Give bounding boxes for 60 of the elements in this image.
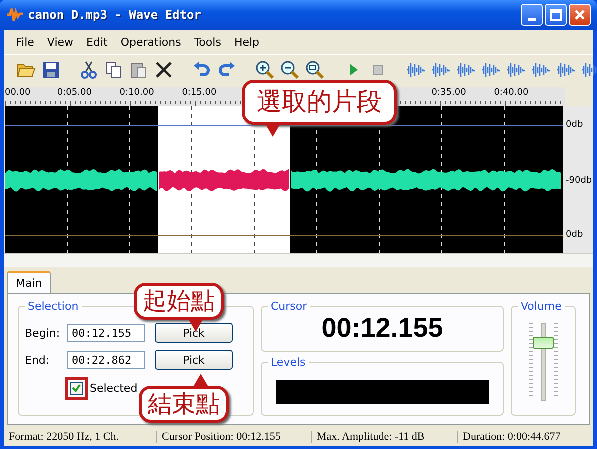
db-label: 0db xyxy=(566,120,584,130)
time-label: 0:35.00 xyxy=(432,88,466,98)
field-label: End: xyxy=(25,354,51,366)
time-label: 0:15.00 xyxy=(182,88,217,98)
menu-item[interactable]: Help xyxy=(234,36,260,48)
group-title: Volume xyxy=(520,300,563,313)
group-title: Cursor xyxy=(270,300,308,313)
status-text: Duration: 0:00:44.677 xyxy=(462,431,562,443)
menu-item[interactable]: View xyxy=(47,36,74,48)
tab[interactable]: Main xyxy=(7,271,52,293)
window-title: canon D.mp3 - Wave Edtor xyxy=(28,8,202,22)
status-text: Format: 22050 Hz, 1 Ch. xyxy=(4,431,157,443)
minimize-icon xyxy=(528,18,536,20)
time-label: 0:40.00 xyxy=(494,88,529,98)
waveform-icon[interactable] xyxy=(581,60,597,80)
time-label: 00.00 xyxy=(5,88,31,98)
waveform-icon[interactable] xyxy=(431,60,451,80)
checkbox[interactable] xyxy=(70,382,83,395)
status-text: Cursor Position: 00:12.155 xyxy=(157,431,312,443)
callout-bubble: 選取的片段 xyxy=(242,80,397,136)
pick-button[interactable]: Pick xyxy=(155,350,233,370)
horizontal-scrollbar[interactable] xyxy=(4,253,593,267)
maximize-button[interactable] xyxy=(545,4,567,26)
close-icon xyxy=(574,9,586,21)
waveform-icon[interactable] xyxy=(406,60,426,80)
status-text: Max. Amplitude: -11 dB xyxy=(312,431,458,443)
waveform-icon[interactable] xyxy=(506,60,526,80)
delete-icon[interactable] xyxy=(154,60,174,80)
menu-item[interactable]: Tools xyxy=(194,36,222,48)
volume-slider[interactable] xyxy=(529,323,558,399)
minimize-button[interactable] xyxy=(521,4,543,26)
zoom-out-icon[interactable] xyxy=(280,60,300,80)
callout-bubble: 結束點 xyxy=(139,374,229,424)
cursor-time: 00:12.155 xyxy=(322,313,444,343)
menu-item[interactable]: Edit xyxy=(86,36,108,48)
group-title: Levels xyxy=(270,356,307,369)
time-label: 0:10.00 xyxy=(120,88,154,98)
zoom-in-icon[interactable] xyxy=(255,60,275,80)
waveform-icon[interactable] xyxy=(531,60,551,80)
db-label: -90db xyxy=(566,176,592,186)
waveform-icon[interactable] xyxy=(556,60,576,80)
cut-icon[interactable] xyxy=(79,60,99,80)
db-label: 0db xyxy=(566,230,584,240)
copy-icon[interactable] xyxy=(104,60,124,80)
maximize-icon xyxy=(550,9,562,21)
input-field[interactable]: 00:12.155 xyxy=(67,324,145,342)
menu-item[interactable]: Operations xyxy=(120,36,182,48)
input-field[interactable]: 00:22.862 xyxy=(67,351,145,369)
close-button[interactable] xyxy=(569,4,591,26)
group-title: Selection xyxy=(27,300,80,313)
save-icon[interactable] xyxy=(41,60,61,80)
waveform-icon[interactable] xyxy=(456,60,476,80)
checkbox-label: Selected xyxy=(90,382,138,395)
zoom-fit-icon[interactable] xyxy=(305,60,325,80)
field-label: Begin: xyxy=(25,326,62,340)
slider-thumb[interactable] xyxy=(533,337,554,350)
menu-item[interactable]: File xyxy=(16,36,34,48)
waveform-icon[interactable] xyxy=(481,60,501,80)
waveform-icon xyxy=(6,6,24,24)
time-label: 0:05.00 xyxy=(57,88,92,98)
